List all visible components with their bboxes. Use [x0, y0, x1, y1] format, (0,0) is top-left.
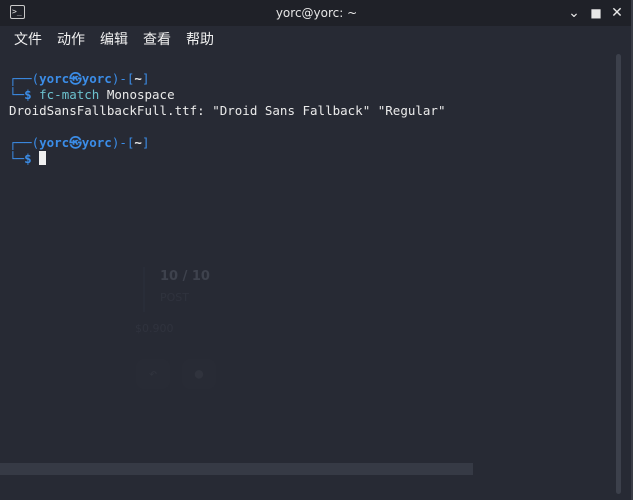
vertical-scrollbar-thumb[interactable] — [616, 54, 621, 494]
ghost-undo-icon: ↶ — [136, 359, 170, 389]
prompt-corner: ┌──( — [9, 71, 40, 86]
ghost-count: 10 / 10 — [160, 269, 210, 284]
terminal-window: >_ yorc@yorc: ~ ⌄ ■ ✕ 文件 动作 编辑 查看 帮助 10 … — [0, 0, 633, 500]
close-button[interactable]: ✕ — [608, 4, 626, 22]
minimize-button[interactable]: ⌄ — [565, 4, 583, 22]
prompt-sep: )-[ — [111, 135, 135, 150]
menu-file[interactable]: 文件 — [14, 30, 42, 50]
menu-bar: 文件 动作 编辑 查看 帮助 — [0, 26, 633, 54]
ghost-sub: POST — [160, 291, 189, 304]
command-name: fc-match — [39, 87, 100, 102]
ghost-amount: $0.900 — [135, 322, 174, 335]
menu-help[interactable]: 帮助 — [186, 30, 214, 50]
terminal-area[interactable]: 10 / 10 POST $0.900 ↶ ● ┌──(yorc㉿yorc)-[… — [0, 54, 612, 500]
command-line-1: └─$ fc-match Monospace — [9, 87, 175, 103]
prompt-corner-bottom: └─ — [9, 151, 25, 166]
prompt-user-host: yorc㉿yorc — [39, 71, 112, 86]
menu-action[interactable]: 动作 — [57, 30, 85, 50]
horizontal-bar — [0, 463, 473, 475]
menu-edit[interactable]: 编辑 — [100, 30, 128, 50]
window-title: yorc@yorc: ~ — [275, 6, 358, 20]
title-bar[interactable]: >_ yorc@yorc: ~ ⌄ ■ ✕ — [0, 0, 633, 26]
prompt-user-host: yorc㉿yorc — [39, 135, 112, 150]
ghost-info-icon: ● — [182, 359, 216, 389]
prompt-sep: )-[ — [111, 71, 135, 86]
prompt-corner: ┌──( — [9, 135, 40, 150]
prompt-line-1: ┌──(yorc㉿yorc)-[~] — [9, 71, 149, 87]
ghost-divider — [143, 267, 145, 312]
prompt-corner-bottom: └─ — [9, 87, 25, 102]
prompt-dir: ~ — [134, 135, 142, 150]
prompt-close: ] — [141, 135, 150, 150]
prompt-dollar: $ — [24, 151, 40, 166]
prompt-dollar: $ — [24, 87, 40, 102]
command-line-2[interactable]: └─$ — [9, 151, 47, 167]
prompt-dir: ~ — [134, 71, 142, 86]
prompt-line-2: ┌──(yorc㉿yorc)-[~] — [9, 135, 149, 151]
menu-view[interactable]: 查看 — [143, 30, 171, 50]
maximize-button[interactable]: ■ — [587, 4, 605, 22]
background-ghost-overlay: 10 / 10 POST $0.900 ↶ ● — [130, 259, 250, 399]
command-argument: Monospace — [99, 87, 175, 102]
command-output: DroidSansFallbackFull.ttf: "Droid Sans F… — [9, 103, 446, 118]
prompt-close: ] — [141, 71, 150, 86]
text-cursor — [39, 151, 47, 165]
